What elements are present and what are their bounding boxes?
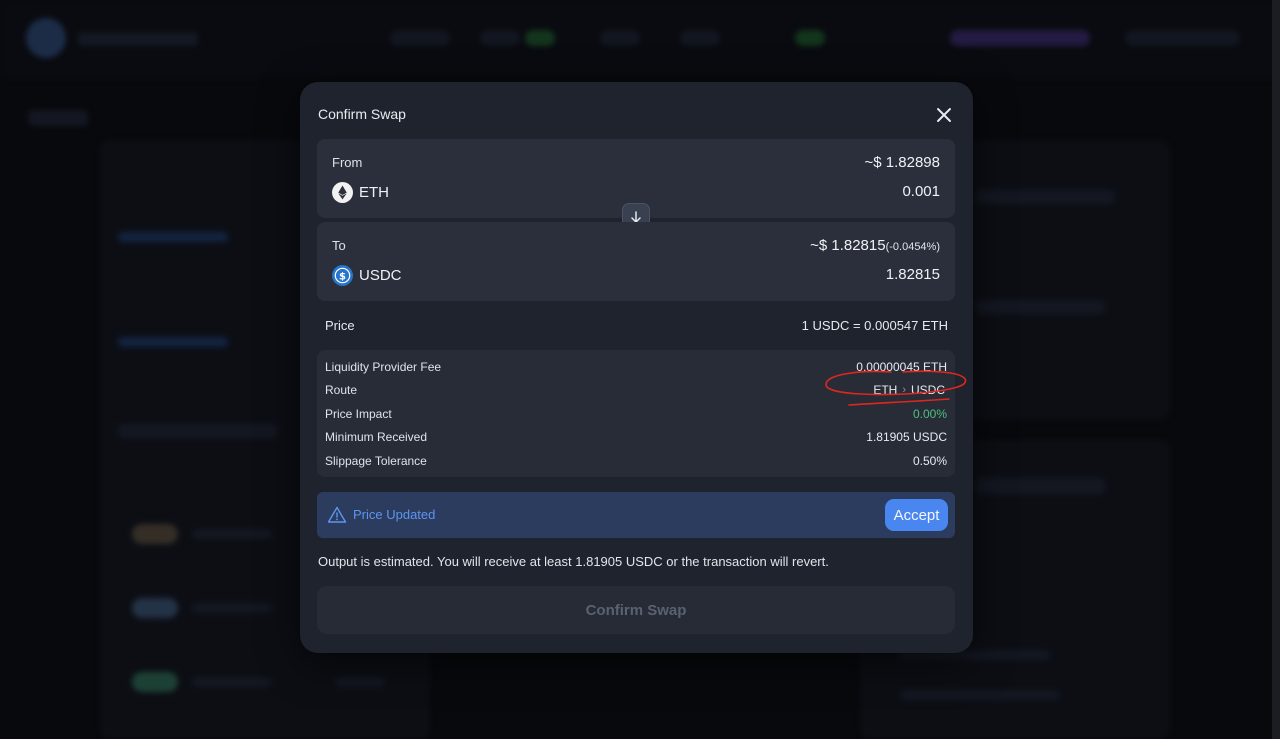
usdc-icon: $ — [332, 265, 353, 286]
route-label: Route — [325, 383, 358, 397]
minimum-received-row: Minimum Received 1.81905 USDC — [325, 430, 947, 448]
bg-text — [192, 677, 272, 687]
close-icon — [937, 108, 951, 122]
slippage-row: Slippage Tolerance 0.50% — [325, 454, 947, 472]
minimum-received-label: Minimum Received — [325, 430, 428, 444]
bg-text — [192, 529, 272, 539]
price-impact-value: 0.00% — [912, 407, 947, 421]
app-logo-text — [78, 32, 198, 46]
swap-details: Liquidity Provider Fee 0.00000045 ETH Ro… — [317, 350, 955, 477]
bg-link — [118, 337, 228, 347]
bg-text — [975, 190, 1115, 204]
nav-badge — [795, 30, 825, 46]
from-token: ETH — [332, 182, 389, 203]
wallet-button — [1125, 30, 1240, 46]
to-token-box: To ~$ 1.82815(-0.0454%) $ USDC 1.82815 — [317, 222, 955, 301]
bg-text — [900, 690, 1060, 700]
bg-text — [975, 478, 1105, 494]
bg-chip — [132, 672, 178, 692]
eth-icon — [332, 182, 353, 203]
nav-item — [680, 30, 720, 46]
route-to-token: USDC — [910, 383, 945, 397]
accept-button[interactable]: Accept — [885, 499, 948, 531]
route-row: Route ETH › USDC — [325, 383, 947, 401]
bg-chip — [132, 524, 178, 544]
network-button — [950, 30, 1090, 46]
to-token: $ USDC — [332, 265, 402, 286]
modal-title: Confirm Swap — [318, 106, 406, 122]
svg-text:$: $ — [339, 271, 346, 282]
price-impact-row: Price Impact 0.00% — [325, 407, 947, 425]
bg-link — [118, 232, 228, 242]
bg-text — [335, 677, 385, 687]
estimate-note: Output is estimated. You will receive at… — [318, 554, 829, 569]
page-heading — [28, 110, 88, 126]
route-from-token: ETH — [873, 383, 898, 397]
to-amount: 1.82815 — [885, 266, 940, 283]
bg-heading — [118, 424, 278, 438]
lp-fee-row: Liquidity Provider Fee 0.00000045 ETH — [325, 360, 947, 378]
from-amount: 0.001 — [902, 183, 940, 200]
nav-item — [390, 30, 450, 46]
to-usd-delta: (-0.0454%) — [885, 241, 940, 253]
to-token-symbol: USDC — [359, 267, 402, 284]
minimum-received-value: 1.81905 USDC — [866, 430, 947, 444]
to-label: To — [332, 238, 346, 253]
price-updated-banner: Price Updated Accept — [317, 492, 955, 538]
slippage-value: 0.50% — [912, 454, 947, 468]
price-label: Price — [325, 318, 355, 333]
lp-fee-value: 0.00000045 ETH — [856, 360, 947, 374]
window-edge — [1272, 0, 1280, 739]
close-button[interactable] — [933, 104, 955, 126]
slippage-label: Slippage Tolerance — [325, 454, 427, 468]
chevron-right-icon: › — [902, 384, 906, 396]
confirm-swap-modal: Confirm Swap From ~$ 1.82898 ETH 0.001 T… — [300, 82, 973, 653]
app-logo — [26, 18, 66, 58]
price-updated-text: Price Updated — [353, 507, 436, 522]
from-label: From — [332, 155, 363, 170]
to-usd-value: ~$ 1.82815(-0.0454%) — [810, 237, 940, 254]
nav-item — [600, 30, 640, 46]
warning-triangle-icon — [327, 506, 347, 523]
bg-text — [192, 603, 272, 613]
nav-item — [480, 30, 520, 46]
route-value: ETH › USDC — [873, 383, 945, 397]
from-token-symbol: ETH — [359, 184, 389, 201]
bg-text — [975, 300, 1105, 314]
nav-badge — [525, 30, 555, 46]
bg-chip — [132, 598, 178, 618]
to-usd-amount: ~$ 1.82815 — [810, 237, 886, 254]
confirm-swap-button[interactable]: Confirm Swap — [317, 586, 955, 634]
price-value: 1 USDC = 0.000547 ETH — [801, 318, 948, 333]
lp-fee-label: Liquidity Provider Fee — [325, 360, 442, 374]
from-usd-value: ~$ 1.82898 — [864, 154, 941, 171]
price-impact-label: Price Impact — [325, 407, 392, 421]
